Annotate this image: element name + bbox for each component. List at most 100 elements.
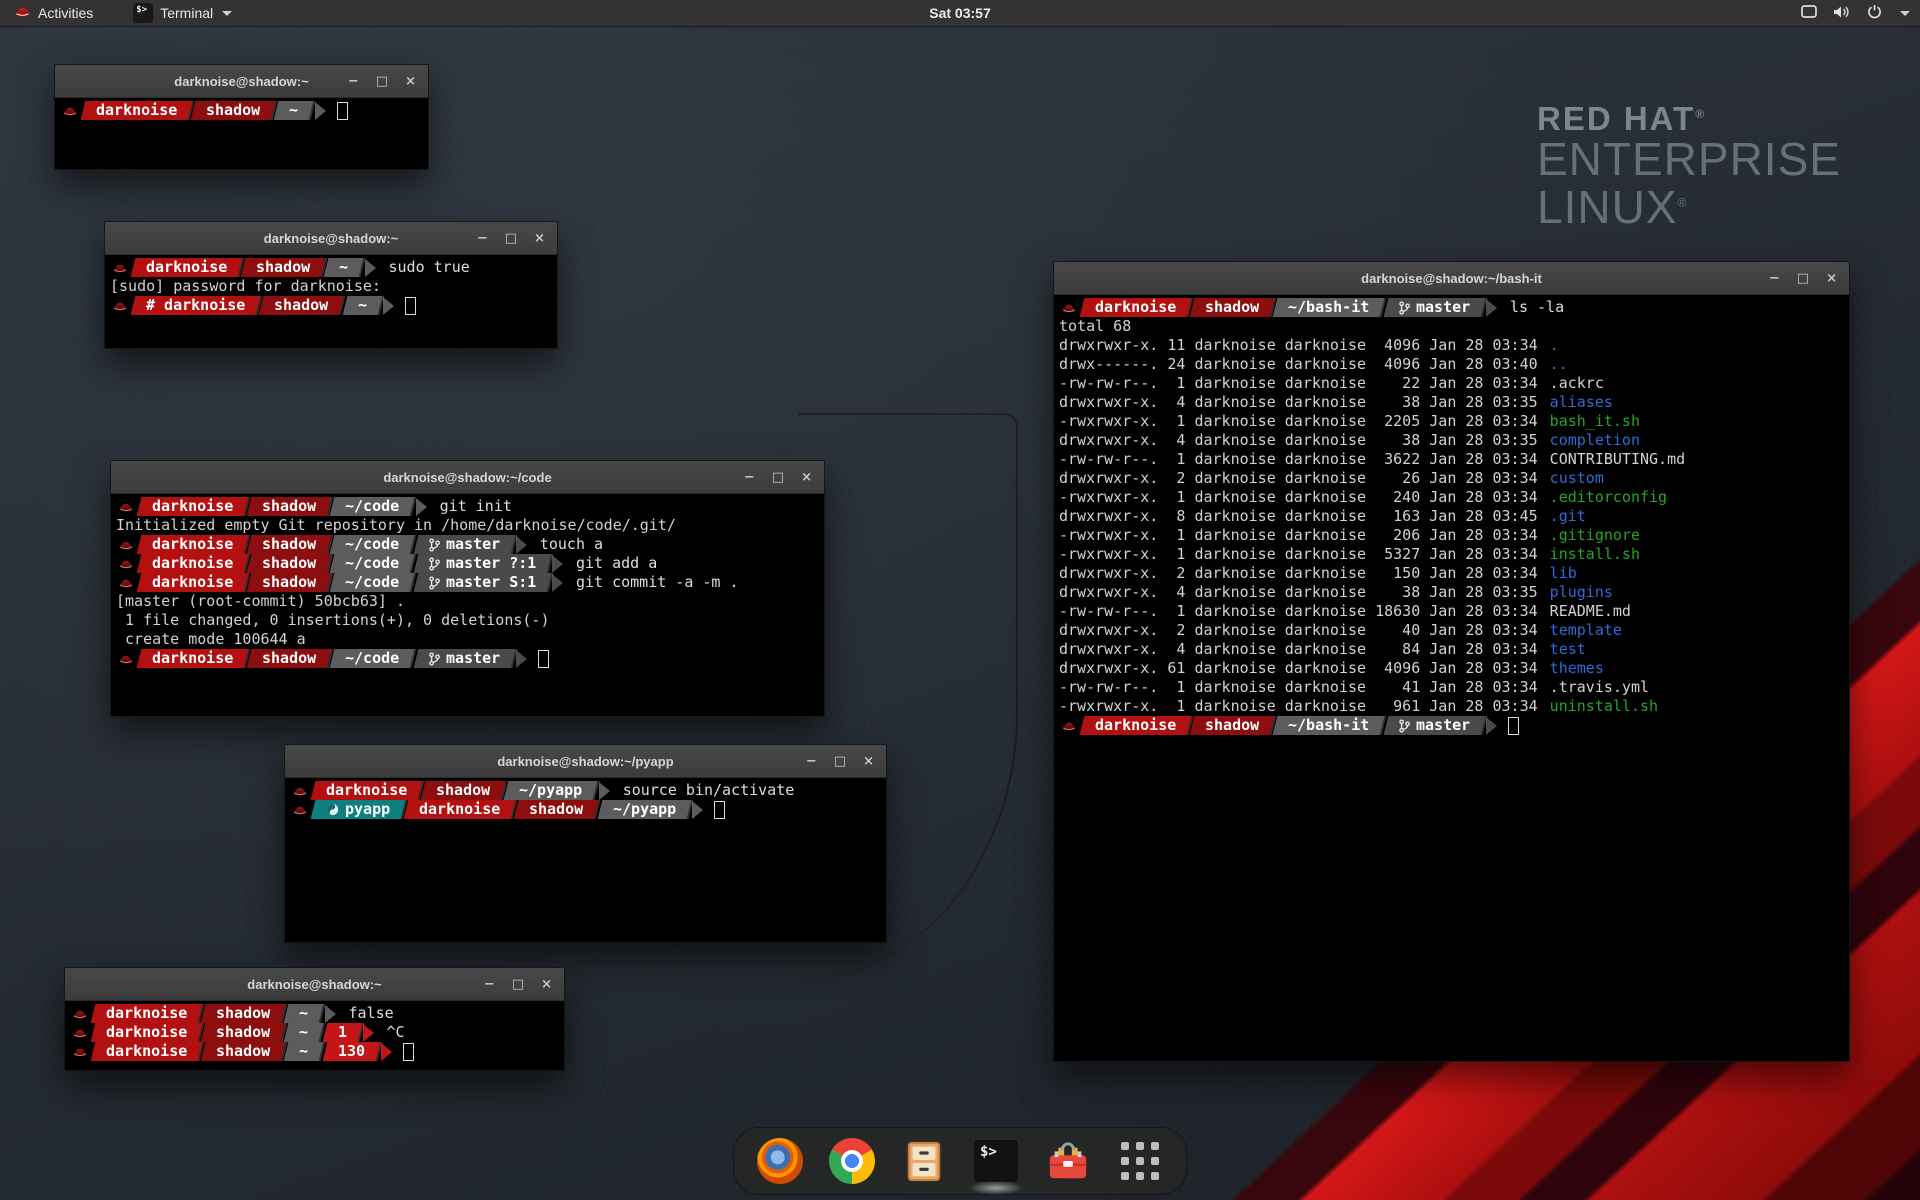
titlebar[interactable]: darknoise@shadow:~ − □ × (65, 968, 564, 1001)
prompt-segment: ~/pyapp (597, 800, 691, 819)
system-status-area[interactable] (1801, 0, 1910, 26)
app-menu-terminal[interactable]: $> Terminal (127, 0, 238, 26)
close-button[interactable]: × (801, 471, 812, 484)
minimize-button[interactable]: − (1769, 272, 1780, 285)
titlebar[interactable]: darknoise@shadow:~/bash-it − □ × (1054, 262, 1849, 295)
redhat-prompt-icon (118, 554, 134, 573)
files-icon[interactable] (900, 1137, 948, 1185)
terminal-content[interactable]: darknoiseshadow~/codegit initInitialized… (111, 494, 824, 668)
redhat-prompt-icon (112, 258, 128, 277)
prompt-segment: ~/code (330, 649, 415, 668)
minimize-button[interactable]: − (477, 232, 488, 245)
terminal-content[interactable]: darknoiseshadow~/bash-itmasterls -latota… (1054, 295, 1849, 735)
firefox-icon[interactable] (756, 1137, 804, 1185)
redhat-prompt-icon (72, 1004, 88, 1023)
terminal-output-text: [sudo] password for darknoise: (107, 277, 381, 296)
terminal-output-text: test (1547, 640, 1586, 659)
maximize-button[interactable]: □ (512, 978, 524, 991)
terminal-command-text: false (349, 1004, 394, 1023)
maximize-button[interactable]: □ (1797, 272, 1809, 285)
prompt-arrow-icon (363, 1024, 374, 1042)
prompt-segment: darknoise (404, 800, 516, 819)
window-title: darknoise@shadow:~/pyapp (497, 754, 673, 769)
terminal-window-pyapp[interactable]: darknoise@shadow:~/pyapp − □ × darknoise… (284, 744, 887, 943)
terminal-line: drwxrwxr-x. 4 darknoise darknoise 84 Jan… (1056, 640, 1847, 659)
terminal-content[interactable]: darknoiseshadow~ (55, 98, 428, 120)
maximize-button[interactable]: □ (772, 471, 784, 484)
terminal-output-text: drwxrwxr-x. 2 darknoise darknoise 26 Jan… (1056, 469, 1547, 488)
terminal-line: darknoiseshadow~/bash-itmaster (1056, 716, 1847, 735)
terminal-command-text: git commit -a -m . (576, 573, 739, 592)
prompt-segment: shadow (201, 1004, 286, 1023)
git-branch-icon (1399, 301, 1410, 315)
prompt-segment: master (1383, 716, 1485, 735)
app-grid-icon[interactable] (1116, 1137, 1164, 1185)
close-button[interactable]: × (1826, 272, 1837, 285)
minimize-button[interactable]: − (484, 978, 495, 991)
terminal-output-text: custom (1547, 469, 1604, 488)
terminal-output-text: .travis.yml (1547, 678, 1649, 697)
terminal-output-text: drwxrwxr-x. 2 darknoise darknoise 150 Ja… (1056, 564, 1547, 583)
terminal-output-text: lib (1547, 564, 1577, 583)
minimize-button[interactable]: − (806, 755, 817, 768)
titlebar[interactable]: darknoise@shadow:~/code − □ × (111, 461, 824, 494)
terminal-output-text: plugins (1547, 583, 1613, 602)
terminal-cursor (337, 102, 348, 120)
terminal-command-text: sudo true (389, 258, 470, 277)
terminal-line: create mode 100644 a (113, 630, 822, 649)
terminal-content[interactable]: darknoiseshadow~/pyappsource bin/activat… (285, 778, 886, 819)
terminal-window-bash-it[interactable]: darknoise@shadow:~/bash-it − □ × darknoi… (1053, 261, 1850, 1062)
prompt-arrow-icon (315, 102, 326, 120)
window-title: darknoise@shadow:~ (247, 977, 381, 992)
terminal-app-icon: $> (133, 3, 153, 23)
git-branch-icon (429, 538, 440, 552)
terminal-output-text: CONTRIBUTING.md (1547, 450, 1685, 469)
prompt-segment: shadow (247, 497, 332, 516)
terminal-line: # darknoiseshadow~ (107, 296, 555, 315)
terminal-icon[interactable]: $> (972, 1137, 1020, 1185)
terminal-content[interactable]: darknoiseshadow~falsedarknoiseshadow~1^C… (65, 1001, 564, 1061)
prompt-segment: ~ (284, 1004, 324, 1023)
activities-button[interactable]: Activities (8, 0, 99, 26)
terminal-output-text: Initialized empty Git repository in /hom… (113, 516, 676, 535)
maximize-button[interactable]: □ (505, 232, 517, 245)
terminal-line: Initialized empty Git repository in /hom… (113, 516, 822, 535)
chrome-icon[interactable] (828, 1137, 876, 1185)
prompt-arrow-icon (692, 801, 703, 819)
maximize-button[interactable]: □ (834, 755, 846, 768)
minimize-button[interactable]: − (744, 471, 755, 484)
prompt-segment: darknoise (137, 497, 249, 516)
terminal-output-text: -rw-rw-r--. 1 darknoise darknoise 3622 J… (1056, 450, 1547, 469)
terminal-line: darknoiseshadow~/codemaster ?:1git add a (113, 554, 822, 573)
terminal-output-text: drwxrwxr-x. 4 darknoise darknoise 84 Jan… (1056, 640, 1547, 659)
terminal-window-code[interactable]: darknoise@shadow:~/code − □ × darknoises… (110, 460, 825, 717)
close-button[interactable]: × (863, 755, 874, 768)
prompt-segment: ~ (324, 258, 364, 277)
redhat-prompt-icon (72, 1042, 88, 1061)
minimize-button[interactable]: − (348, 75, 359, 88)
terminal-content[interactable]: darknoiseshadow~sudo true[sudo] password… (105, 255, 557, 315)
prompt-segment: 130 (322, 1042, 380, 1061)
titlebar[interactable]: darknoise@shadow:~/pyapp − □ × (285, 745, 886, 778)
display-icon (1801, 5, 1817, 21)
terminal-cursor (538, 650, 549, 668)
toolbox-icon[interactable] (1044, 1137, 1092, 1185)
clock[interactable]: Sat 03:57 (929, 5, 990, 21)
maximize-button[interactable]: □ (376, 75, 388, 88)
terminal-output-text: -rwxrwxr-x. 1 darknoise darknoise 206 Ja… (1056, 526, 1547, 545)
close-button[interactable]: × (534, 232, 545, 245)
prompt-segment: shadow (247, 649, 332, 668)
close-button[interactable]: × (541, 978, 552, 991)
terminal-line: darknoiseshadow~sudo true (107, 258, 555, 277)
terminal-line: -rw-rw-r--. 1 darknoise darknoise 41 Jan… (1056, 678, 1847, 697)
prompt-segment: master (413, 649, 515, 668)
terminal-output-text: themes (1547, 659, 1604, 678)
terminal-window-home-2[interactable]: darknoise@shadow:~ − □ × darknoiseshadow… (64, 967, 565, 1071)
close-button[interactable]: × (405, 75, 416, 88)
terminal-window-sudo[interactable]: darknoise@shadow:~ − □ × darknoiseshadow… (104, 221, 558, 349)
terminal-window-home-1[interactable]: darknoise@shadow:~ − □ × darknoiseshadow… (54, 64, 429, 170)
prompt-arrow-icon (599, 782, 610, 800)
redhat-prompt-icon (118, 573, 134, 592)
titlebar[interactable]: darknoise@shadow:~ − □ × (105, 222, 557, 255)
titlebar[interactable]: darknoise@shadow:~ − □ × (55, 65, 428, 98)
